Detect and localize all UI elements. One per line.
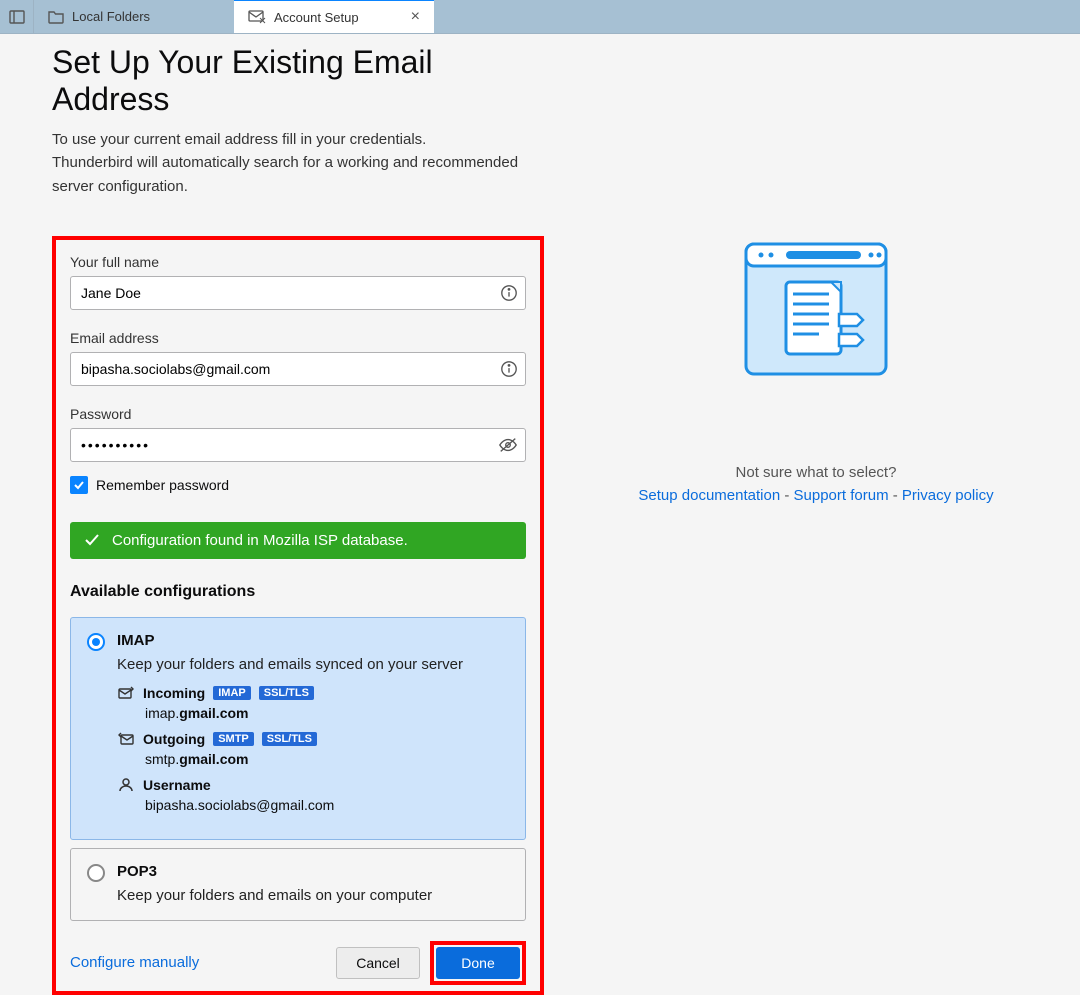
link-support-forum[interactable]: Support forum xyxy=(794,487,889,504)
config-desc: Keep your folders and emails synced on y… xyxy=(117,656,509,673)
outgoing-label: Outgoing xyxy=(143,731,205,747)
username-value: bipasha.sociolabs@gmail.com xyxy=(145,797,509,813)
name-label: Your full name xyxy=(70,254,526,270)
config-title: POP3 xyxy=(117,863,157,880)
tab-account-setup[interactable]: Account Setup × xyxy=(234,0,434,33)
config-option-imap[interactable]: IMAP Keep your folders and emails synced… xyxy=(70,617,526,840)
form-highlight-area: Your full name Email address xyxy=(52,236,544,995)
toggle-password-icon[interactable] xyxy=(498,436,518,454)
folder-icon xyxy=(48,10,64,24)
password-label: Password xyxy=(70,406,526,422)
config-title: IMAP xyxy=(117,632,155,649)
radio-pop3[interactable] xyxy=(87,864,105,882)
config-heading: Available configurations xyxy=(70,583,526,601)
page-subtitle: To use your current email address fill i… xyxy=(52,128,544,198)
link-setup-doc[interactable]: Setup documentation xyxy=(638,487,780,504)
done-button[interactable]: Done xyxy=(436,947,520,979)
outgoing-icon xyxy=(117,732,135,746)
tab-label: Local Folders xyxy=(72,9,150,24)
name-input[interactable] xyxy=(70,276,526,310)
radio-imap[interactable] xyxy=(87,633,105,651)
tab-label: Account Setup xyxy=(274,10,359,25)
outgoing-host: smtp.gmail.com xyxy=(145,751,509,767)
status-banner: Configuration found in Mozilla ISP datab… xyxy=(70,522,526,559)
incoming-label: Incoming xyxy=(143,685,205,701)
remember-password-checkbox[interactable] xyxy=(70,476,88,494)
email-input[interactable] xyxy=(70,352,526,386)
remember-password-label: Remember password xyxy=(96,477,229,493)
info-icon[interactable] xyxy=(500,360,518,378)
check-icon xyxy=(84,532,100,548)
badge-imap: IMAP xyxy=(213,686,251,700)
config-desc: Keep your folders and emails on your com… xyxy=(117,887,509,904)
password-input[interactable] xyxy=(70,428,526,462)
status-text: Configuration found in Mozilla ISP datab… xyxy=(112,532,408,549)
link-privacy[interactable]: Privacy policy xyxy=(902,487,994,504)
badge-ssl: SSL/TLS xyxy=(262,732,317,746)
badge-ssl: SSL/TLS xyxy=(259,686,314,700)
user-icon xyxy=(117,778,135,792)
username-label: Username xyxy=(143,777,211,793)
email-label: Email address xyxy=(70,330,526,346)
illustration xyxy=(731,224,901,384)
cancel-button[interactable]: Cancel xyxy=(336,947,420,979)
incoming-icon xyxy=(117,686,135,700)
page-title: Set Up Your Existing Email Address xyxy=(52,44,544,118)
app-menu-button[interactable] xyxy=(0,0,34,33)
tab-local-folders[interactable]: Local Folders xyxy=(34,0,234,33)
configure-manually-link[interactable]: Configure manually xyxy=(70,954,199,971)
help-prompt: Not sure what to select? xyxy=(638,464,993,481)
info-icon[interactable] xyxy=(500,284,518,302)
badge-smtp: SMTP xyxy=(213,732,254,746)
config-option-pop3[interactable]: POP3 Keep your folders and emails on you… xyxy=(70,848,526,921)
close-tab-icon[interactable]: × xyxy=(411,8,420,26)
tab-bar: Local Folders Account Setup × xyxy=(0,0,1080,34)
incoming-host: imap.gmail.com xyxy=(145,705,509,721)
done-highlight: Done xyxy=(430,941,526,985)
mail-setup-icon xyxy=(248,10,266,24)
